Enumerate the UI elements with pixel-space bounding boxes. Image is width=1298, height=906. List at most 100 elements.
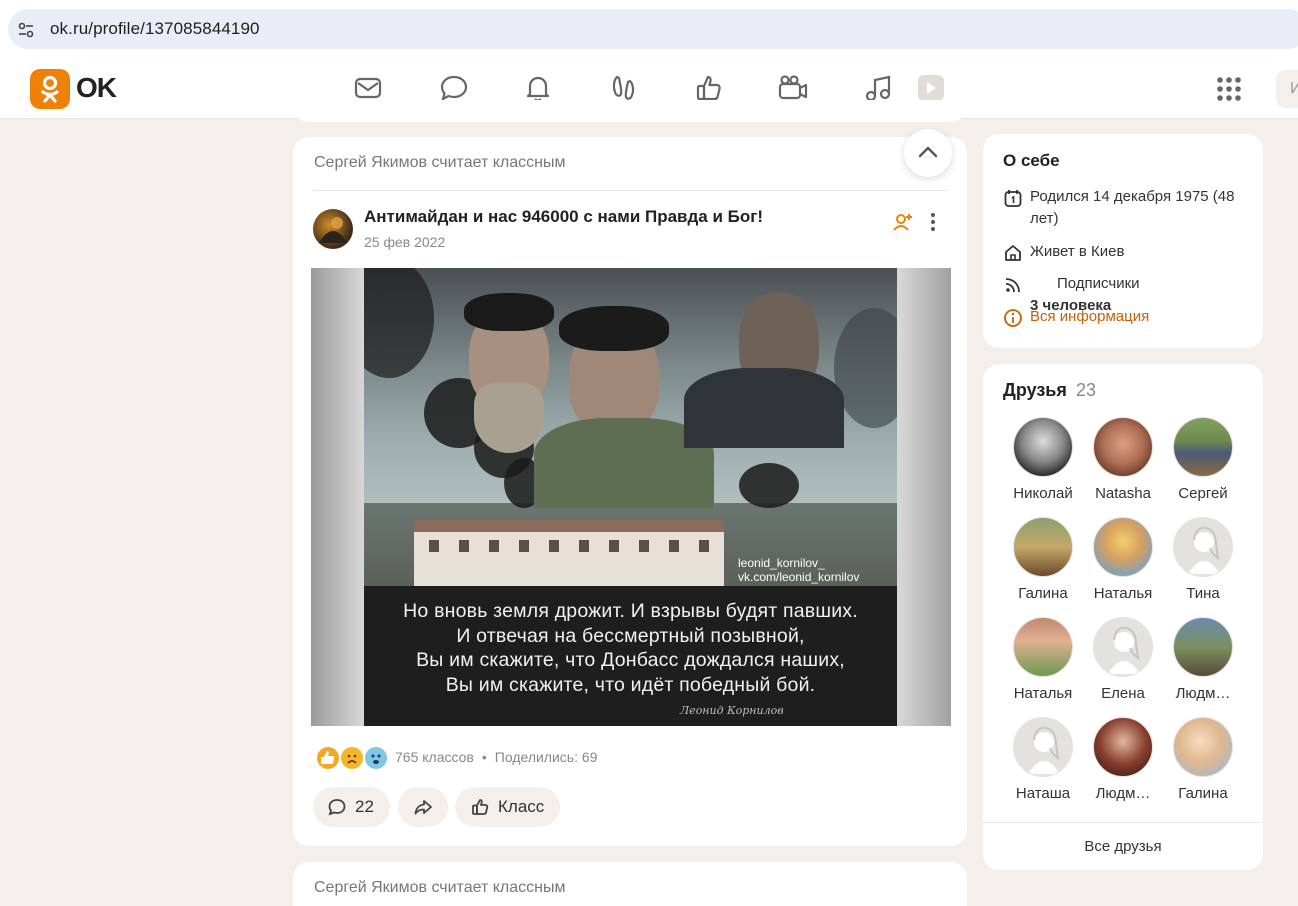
friend-item[interactable]: Natasha (1087, 417, 1159, 502)
friend-avatar (1173, 617, 1233, 677)
friend-item[interactable]: Галина (1167, 717, 1239, 802)
friends-card: Друзья 23 Николай Natasha Сергей Галина … (983, 364, 1263, 870)
share-icon (414, 800, 432, 815)
friend-item[interactable]: Людм… (1167, 617, 1239, 702)
window-shape (579, 540, 589, 552)
all-friends-link[interactable]: Все друзья (983, 838, 1263, 855)
browser-address-bar: ok.ru/profile/137085844190 (0, 0, 1298, 58)
watermark-line: leonid_kornilov_ (738, 556, 825, 570)
window-shape (549, 540, 559, 552)
about-card: О себе Родился 14 декабря 1975 (48 лет) … (983, 134, 1263, 348)
smoke-shape (739, 463, 799, 508)
friend-name: Елена (1101, 685, 1145, 702)
window-shape (519, 540, 529, 552)
image-signature: Леонид Корнилов (680, 704, 784, 717)
share-button[interactable] (398, 787, 448, 827)
caption-line: Вы им скажите, что Донбасс дождался наши… (416, 649, 845, 671)
comments-count: 22 (355, 797, 374, 816)
url-text[interactable]: ok.ru/profile/137085844190 (50, 19, 260, 39)
site-info-icon[interactable] (16, 20, 36, 40)
window-shape (609, 540, 619, 552)
feed-post: Сергей Якимов считает классным Антимайда… (293, 129, 967, 846)
sad-reaction-icon (339, 745, 365, 771)
comments-button[interactable]: 22 (313, 787, 390, 827)
birth-row: Родился 14 декабря 1975 (48 лет) (1003, 186, 1253, 230)
friend-name: Галина (1178, 785, 1228, 802)
watermark-line: vk.com/leonid_kornilov (738, 570, 860, 584)
post-stats: 765 классов • Поделились: 69 (395, 749, 597, 765)
window-shape (459, 540, 469, 552)
post-image[interactable]: leonid_kornilov_ vk.com/leonid_kornilov … (364, 268, 897, 726)
games-icon[interactable] (912, 71, 944, 103)
friend-name: Тина (1186, 585, 1220, 602)
calendar-icon (1004, 190, 1022, 207)
all-info-text: Вся информация (1030, 308, 1150, 325)
liked-by-text[interactable]: Сергей Якимов считает классным (314, 154, 565, 172)
previous-post-card (293, 100, 967, 122)
next-feed-post: Сергей Якимов считает классным (293, 862, 967, 906)
friend-avatar (1013, 517, 1073, 577)
apps-grid-icon[interactable] (1216, 76, 1242, 102)
thumbs-up-reaction-icon (315, 745, 341, 771)
friend-item[interactable]: Сергей (1167, 417, 1239, 502)
home-icon (1005, 245, 1021, 261)
divider (983, 822, 1263, 823)
scroll-to-top-button[interactable] (904, 129, 952, 177)
friend-item[interactable]: Тина (1167, 517, 1239, 602)
friend-item[interactable]: Елена (1087, 617, 1159, 702)
search-input[interactable]: И (1276, 70, 1298, 108)
image-watermark: leonid_kornilov_ vk.com/leonid_kornilov (738, 556, 859, 584)
subscribers-label: Подписчики (1057, 275, 1140, 292)
friend-avatar (1093, 417, 1153, 477)
friend-avatar (1093, 517, 1153, 577)
friend-avatar (1173, 717, 1233, 777)
friend-name: Николай (1013, 485, 1073, 502)
rss-icon (1005, 278, 1020, 293)
friend-avatar (1013, 417, 1073, 477)
friend-item[interactable]: Наташа (1007, 717, 1079, 802)
post-date[interactable]: 25 фев 2022 (364, 234, 445, 250)
about-title: О себе (1003, 151, 1060, 170)
beret-shape (559, 306, 669, 351)
window-shape (489, 540, 499, 552)
liked-by-text[interactable]: Сергей Якимов считает классным (314, 879, 565, 897)
shares-count[interactable]: Поделились: 69 (495, 749, 598, 765)
reactions-icons[interactable] (315, 745, 390, 771)
friend-avatar (1173, 417, 1233, 477)
author-avatar[interactable] (313, 209, 353, 249)
birth-text: Родился 14 декабря 1975 (48 лет) (1030, 188, 1235, 227)
friend-item[interactable]: Наталья (1007, 617, 1079, 702)
default-avatar-icon (1173, 517, 1233, 577)
ok-logo-icon[interactable] (30, 69, 70, 109)
friend-name: Наташа (1015, 785, 1071, 802)
roof-shape (414, 520, 724, 532)
class-button[interactable]: Класс (455, 787, 560, 827)
friend-name: Людм… (1095, 785, 1151, 802)
all-info-link[interactable]: Вся информация (1003, 306, 1149, 328)
friend-item[interactable]: Галина (1007, 517, 1079, 602)
post-media[interactable]: leonid_kornilov_ vk.com/leonid_kornilov … (311, 268, 951, 726)
cry-reaction-icon (363, 745, 389, 771)
friend-avatar (1093, 717, 1153, 777)
friend-name: Людм… (1175, 685, 1231, 702)
add-friend-icon[interactable] (892, 211, 914, 233)
stats-separator: • (481, 749, 487, 765)
logo-text[interactable]: OK (76, 72, 117, 104)
window-shape (699, 540, 709, 552)
post-author[interactable]: Антимайдан и нас 946000 с нами Правда и … (364, 207, 763, 227)
window-shape (639, 540, 649, 552)
friend-item[interactable]: Наталья (1087, 517, 1159, 602)
beret-shape (464, 293, 554, 331)
uniform-shape (684, 368, 844, 448)
friends-count: 23 (1076, 380, 1097, 400)
chevron-up-icon (918, 146, 938, 158)
lives-text: Живет в Киев (1030, 243, 1125, 260)
caption-line: Вы им скажите, что идёт победный бой. (445, 673, 816, 696)
friends-title[interactable]: Друзья (1003, 380, 1067, 401)
beard-shape (474, 383, 544, 453)
more-options-icon[interactable] (929, 211, 937, 233)
reactions-count[interactable]: 765 классов (395, 749, 474, 765)
friend-item[interactable]: Николай (1007, 417, 1079, 502)
default-avatar-icon (1013, 717, 1073, 777)
friend-item[interactable]: Людм… (1087, 717, 1159, 802)
